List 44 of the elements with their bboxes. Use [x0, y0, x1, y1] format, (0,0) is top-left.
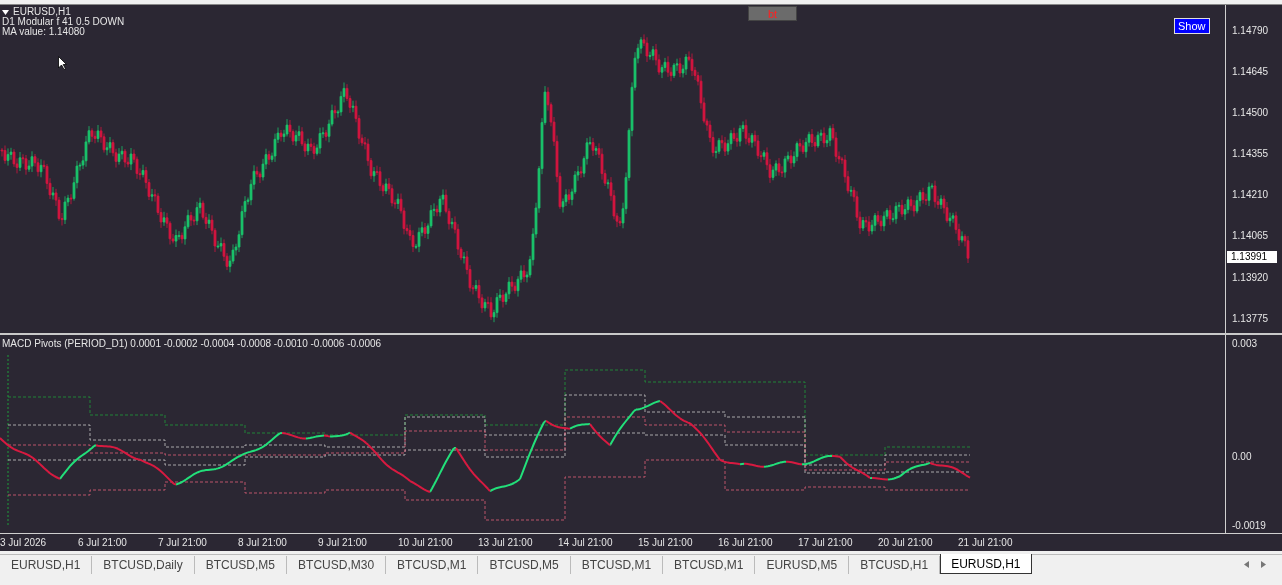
scroll-right-icon[interactable]: [1261, 561, 1266, 568]
dropdown-triangle-icon[interactable]: [2, 9, 9, 15]
show-button[interactable]: Show: [1174, 18, 1210, 34]
time-axis-label: 9 Jul 21:00: [318, 537, 367, 548]
chart-tab[interactable]: BTCUSD,M1: [570, 556, 664, 574]
time-axis-label: 3 Jul 2026: [0, 537, 47, 548]
chart-tab[interactable]: EURUSD,M5: [755, 556, 850, 574]
time-axis-label: 14 Jul 21:00: [558, 537, 613, 548]
time-axis-label: 10 Jul 21:00: [398, 537, 453, 548]
indicator-info-text: D1 Modular f 41 0.5 DOWN: [2, 17, 125, 27]
mouse-cursor-icon: [58, 56, 67, 70]
price-tick-label: 1.14210: [1231, 189, 1269, 202]
time-axis-label: 13 Jul 21:00: [478, 537, 533, 548]
chart-tab[interactable]: BTCUSD,M1: [663, 556, 756, 574]
time-axis-label: 21 Jul 21:00: [958, 537, 1013, 548]
price-tick-label: 1.13920: [1231, 271, 1269, 284]
chart-symbol: EURUSD,H1: [13, 7, 71, 17]
price-tick-label: 1.14645: [1231, 66, 1269, 79]
scroll-left-icon[interactable]: [1244, 561, 1249, 568]
time-axis-label: 16 Jul 21:00: [718, 537, 773, 548]
chart-tab[interactable]: EURUSD,H1: [940, 554, 1032, 574]
indicator-tick-label: -0.0019: [1231, 520, 1266, 531]
indicator-tick-label: 0.00: [1231, 451, 1252, 462]
chart-tab[interactable]: EURUSD,H1: [0, 556, 93, 574]
indicator-title: MACD Pivots (PERIOD_D1) 0.0001 -0.0002 -0.0004 -0.0008 -0.0010 -0.0006 -0.0006: [2, 338, 382, 350]
current-price-label: 1.13991: [1227, 251, 1277, 263]
time-axis-label: 17 Jul 21:00: [798, 537, 853, 548]
time-axis-label: 8 Jul 21:00: [238, 537, 287, 548]
price-tick-label: 1.14790: [1231, 25, 1269, 37]
price-tick-label: 1.13775: [1231, 312, 1269, 325]
price-tick-label: 1.14500: [1231, 107, 1269, 120]
chart-tab[interactable]: BTCUSD,M5: [478, 556, 571, 574]
chart-tab[interactable]: BTCUSD,M30: [287, 556, 387, 574]
time-axis-label: 6 Jul 21:00: [78, 537, 127, 548]
chart-tab[interactable]: BTCUSD,M5: [194, 556, 288, 574]
time-axis-label: 20 Jul 21:00: [878, 537, 933, 548]
price-tick-label: 1.14355: [1231, 148, 1269, 161]
time-axis-label: 15 Jul 21:00: [638, 537, 693, 548]
indicator-tick-label: 0.003: [1231, 338, 1258, 349]
price-tick-label: 1.14065: [1231, 230, 1269, 243]
chart-tab[interactable]: BTCUSD,Daily: [92, 556, 195, 574]
time-axis-label: 7 Jul 21:00: [158, 537, 207, 548]
indicator-info-text: MA value: 1.14080: [2, 27, 86, 37]
chart-tab[interactable]: BTCUSD,M1: [386, 556, 479, 574]
